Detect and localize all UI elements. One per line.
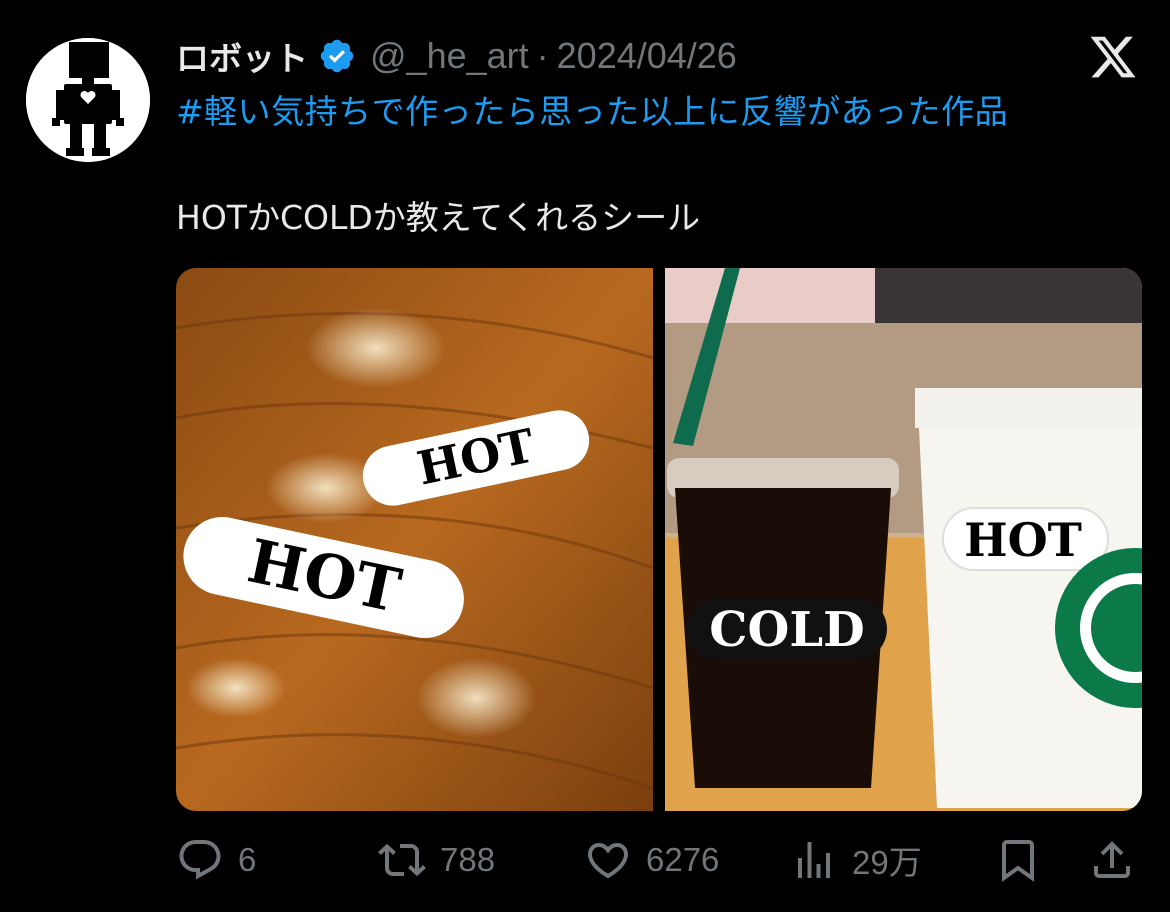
user-handle[interactable]: @_he_art bbox=[370, 35, 529, 77]
views-count: 29万 bbox=[852, 844, 922, 881]
cup-label: HOT bbox=[964, 513, 1082, 567]
avatar[interactable] bbox=[26, 38, 150, 162]
cup-label: COLD bbox=[709, 602, 864, 658]
reply-icon bbox=[176, 836, 224, 884]
share-button[interactable] bbox=[1088, 832, 1136, 888]
repost-count: 788 bbox=[440, 841, 496, 878]
robot-avatar-image bbox=[26, 38, 150, 162]
media-grid: HOT HOT COLD HOT bbox=[176, 268, 1142, 811]
like-button[interactable]: 6276 bbox=[584, 832, 719, 888]
reply-button[interactable]: 6 bbox=[176, 832, 256, 888]
views-chart-icon bbox=[790, 836, 838, 884]
share-icon bbox=[1088, 836, 1136, 884]
photo-cups-with-stickers[interactable]: COLD HOT bbox=[665, 268, 1142, 811]
display-name[interactable]: ロボット bbox=[176, 32, 308, 80]
action-bar: 6 788 6276 29万 bbox=[176, 832, 1142, 888]
x-logo-icon[interactable] bbox=[1088, 32, 1138, 82]
tweet-text: HOTかCOLDか教えてくれるシール bbox=[176, 198, 701, 237]
post-date[interactable]: 2024/04/26 bbox=[557, 35, 737, 77]
photo-stickers-on-table[interactable]: HOT HOT bbox=[176, 268, 653, 811]
repost-icon bbox=[378, 836, 426, 884]
like-count: 6276 bbox=[646, 841, 720, 878]
tweet-header: ロボット @_he_art · 2024/04/26 bbox=[176, 30, 737, 82]
bookmark-button[interactable] bbox=[994, 832, 1042, 888]
repost-button[interactable]: 788 bbox=[378, 832, 495, 888]
header-separator: · bbox=[536, 35, 549, 76]
views-button[interactable]: 29万 bbox=[790, 832, 922, 888]
reply-count: 6 bbox=[238, 841, 257, 878]
hashtag-link[interactable]: #軽い気持ちで作ったら思った以上に反響があった作品 bbox=[176, 84, 1126, 140]
verified-badge-icon bbox=[318, 37, 356, 75]
bookmark-icon bbox=[994, 836, 1042, 884]
heart-icon bbox=[584, 836, 632, 884]
